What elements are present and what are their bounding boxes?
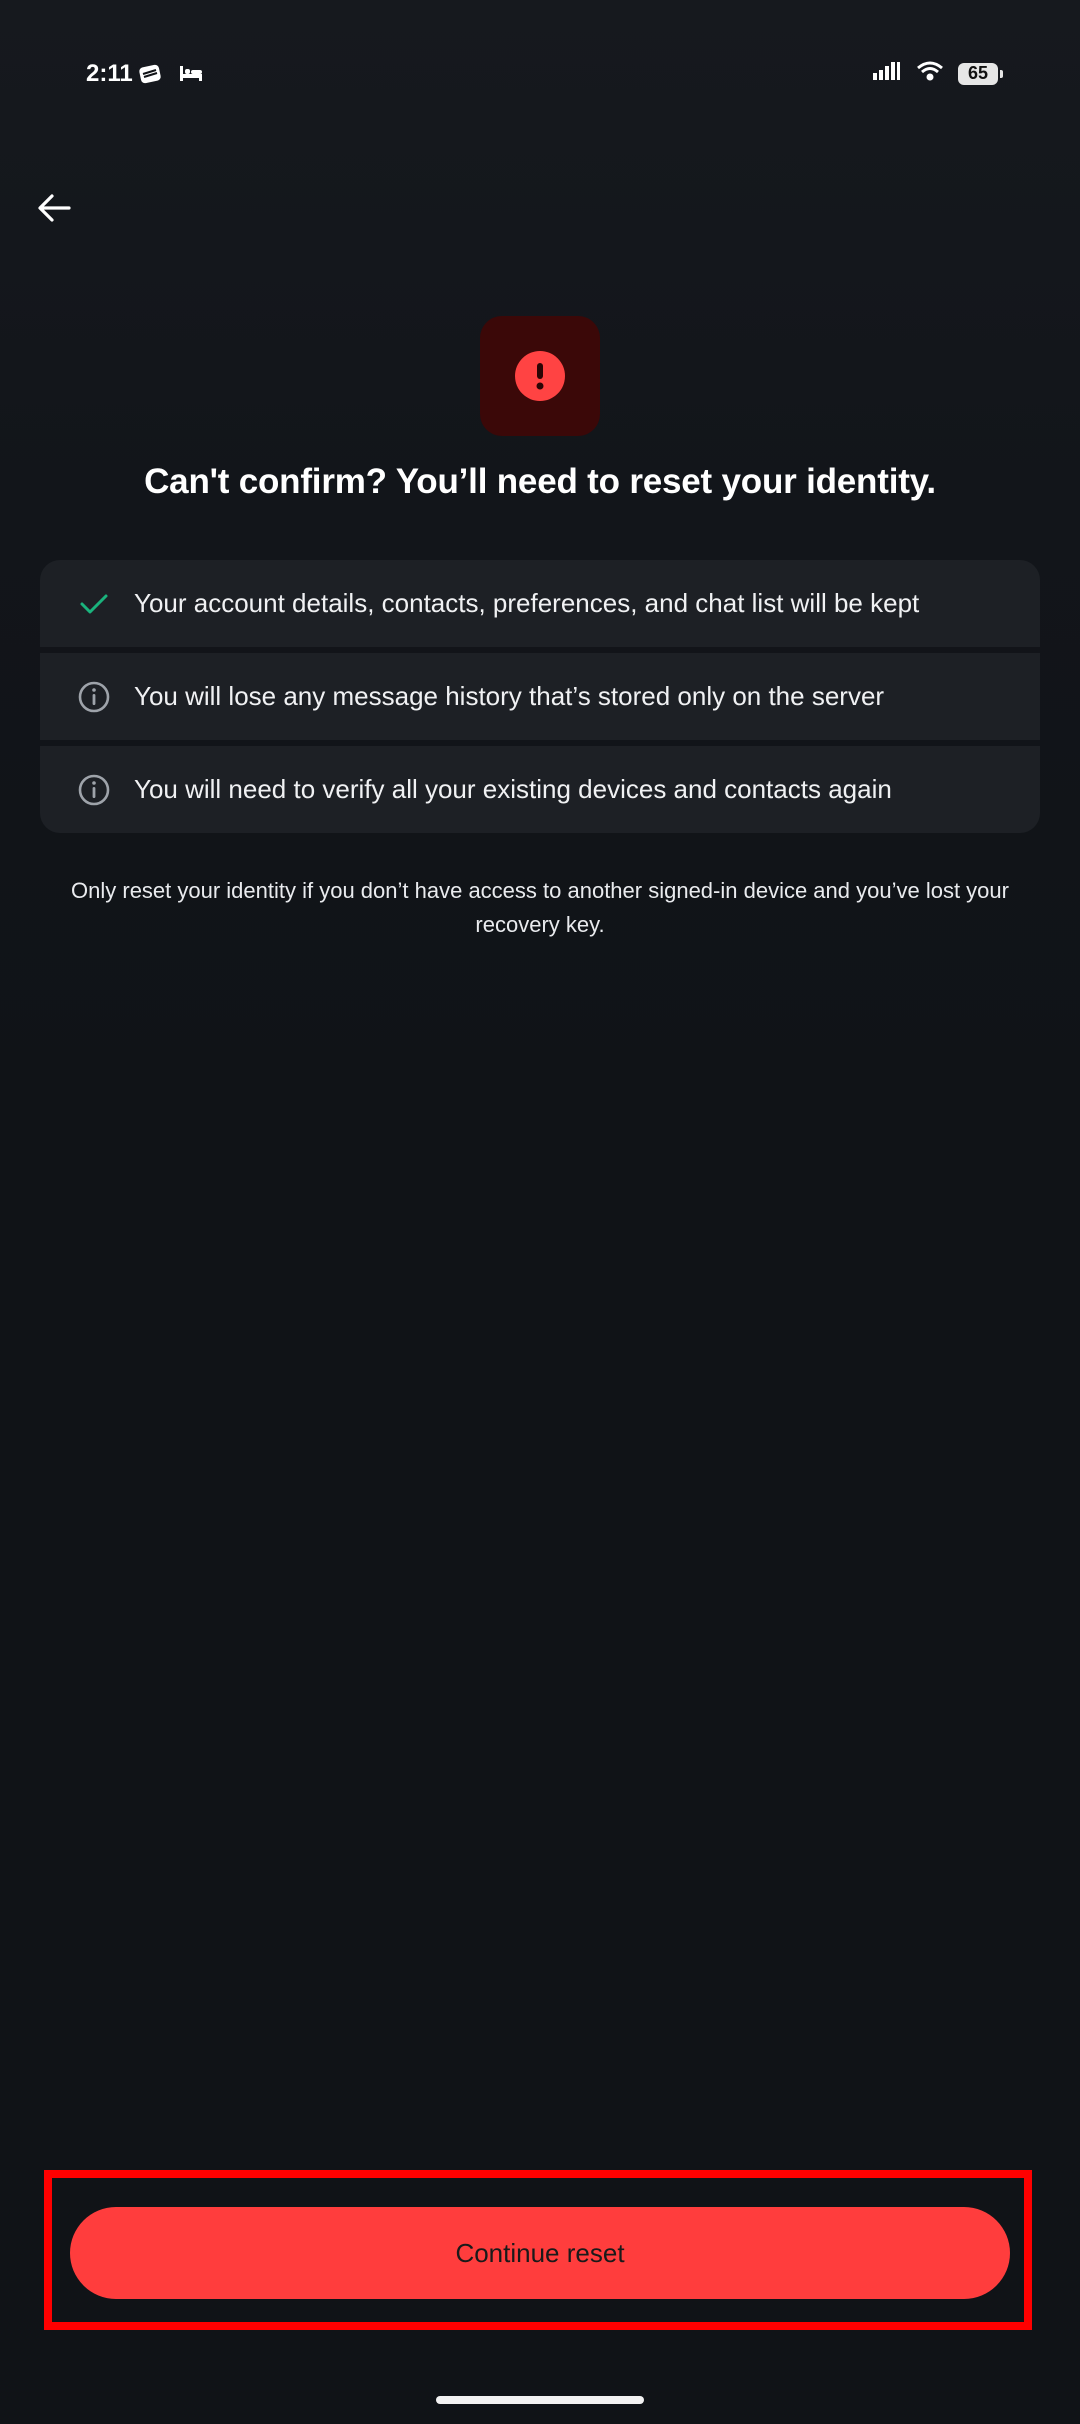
list-item-text: You will need to verify all your existin… — [134, 774, 892, 804]
status-time: 2:11 — [86, 60, 133, 87]
back-button[interactable] — [26, 180, 82, 236]
status-bar: 2:11 65 — [0, 0, 1080, 150]
arrow-left-icon — [38, 194, 71, 222]
notification-app-icon — [138, 62, 164, 91]
page-title: Can't confirm? You’ll need to reset your… — [144, 462, 936, 501]
wifi-icon — [916, 60, 944, 87]
list-item: Your account details, contacts, preferen… — [40, 560, 1040, 647]
continue-reset-button[interactable]: Continue reset — [70, 2207, 1010, 2299]
bed-icon — [178, 62, 204, 91]
exclamation-icon — [515, 351, 565, 401]
battery-level: 65 — [967, 63, 989, 83]
list-item: You will need to verify all your existin… — [40, 746, 1040, 833]
status-left-icons — [138, 62, 204, 91]
info-icon — [76, 772, 112, 808]
signal-icon — [872, 60, 902, 87]
reset-note: Only reset your identity if you don’t ha… — [71, 878, 1009, 937]
status-right-icons: 65 — [872, 60, 1003, 87]
list-item-text: Your account details, contacts, preferen… — [134, 588, 920, 618]
home-indicator — [436, 2396, 644, 2404]
info-icon — [76, 679, 112, 715]
battery-icon: 65 — [958, 62, 1003, 85]
check-icon — [76, 586, 112, 622]
info-list: Your account details, contacts, preferen… — [40, 560, 1040, 833]
alert-icon-tile — [480, 316, 600, 436]
list-item: You will lose any message history that’s… — [40, 653, 1040, 740]
list-item-text: You will lose any message history that’s… — [134, 681, 885, 711]
